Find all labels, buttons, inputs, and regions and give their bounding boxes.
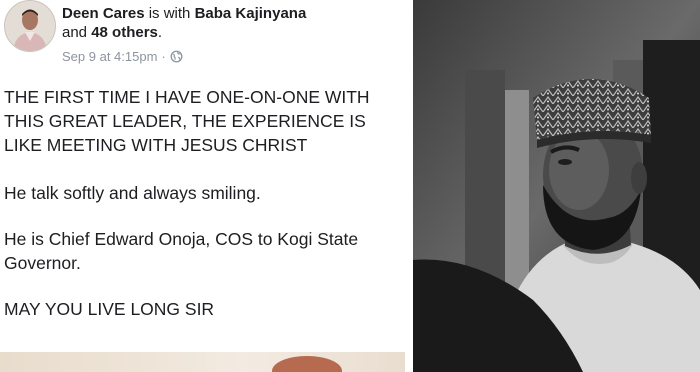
post-paragraph: He is Chief Edward Onoja, COS to Kogi St… <box>4 229 359 273</box>
post-header: Deen Cares is with Baba Kajinyana and 48… <box>62 4 402 42</box>
post-meta: Sep 9 at 4:15pm · <box>62 49 183 64</box>
avatar-image <box>5 1 55 51</box>
divider <box>405 0 413 372</box>
and-text: and <box>62 24 88 41</box>
with-text: is with <box>148 5 191 22</box>
meta-separator: · <box>161 49 166 64</box>
author-avatar[interactable] <box>4 0 56 52</box>
others-link[interactable]: 48 others <box>91 24 158 41</box>
author-name[interactable]: Deen Cares <box>62 5 145 22</box>
globe-icon[interactable] <box>170 50 183 63</box>
facebook-post: Deen Cares is with Baba Kajinyana and 48… <box>0 0 405 372</box>
tagged-name[interactable]: Baba Kajinyana <box>195 5 307 22</box>
portrait-photo <box>413 0 700 372</box>
attached-photo-preview[interactable] <box>0 352 405 372</box>
post-paragraph: He talk softly and always smiling. <box>4 183 261 203</box>
post-body: THE FIRST TIME I HAVE ONE-ON-ONE WITH TH… <box>4 85 402 343</box>
post-paragraph: THE FIRST TIME I HAVE ONE-ON-ONE WITH TH… <box>4 87 370 155</box>
portrait-image <box>413 0 700 372</box>
post-paragraph: MAY YOU LIVE LONG SIR <box>4 299 215 319</box>
post-timestamp[interactable]: Sep 9 at 4:15pm <box>62 49 157 64</box>
period: . <box>157 24 163 41</box>
